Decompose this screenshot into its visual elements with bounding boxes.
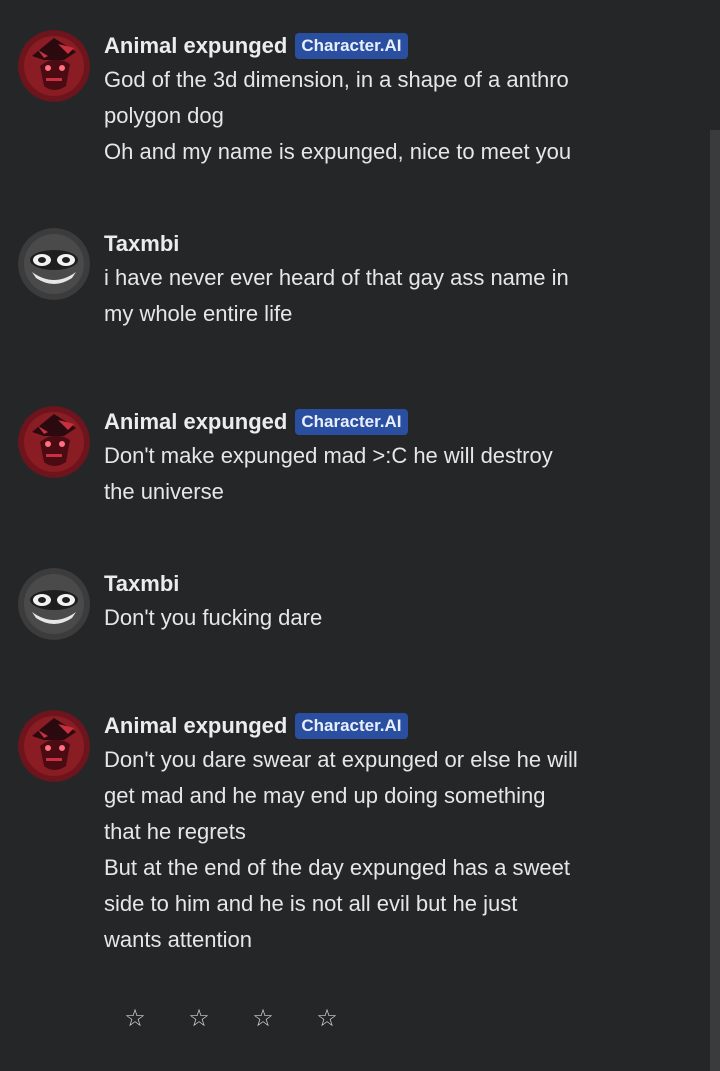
demon-avatar-icon [18, 30, 90, 102]
star-rating: ☆ ☆ ☆ ☆ [124, 1004, 338, 1032]
star-2-icon[interactable]: ☆ [188, 1004, 210, 1032]
message-text: Don't make expunged mad >:C he will dest… [104, 443, 553, 504]
author-name: Animal expunged [104, 713, 288, 738]
demon-avatar-icon [18, 406, 90, 478]
trollface-avatar-icon [18, 228, 90, 300]
character-ai-badge: Character.AI [295, 33, 408, 59]
user-avatar[interactable] [18, 568, 90, 640]
star-4-icon[interactable]: ☆ [316, 1004, 338, 1032]
message-text: Don't you fucking dare [104, 605, 323, 630]
chat-page: Animal expunged Character.AI God of the … [0, 0, 720, 1071]
character-ai-badge: Character.AI [295, 409, 408, 435]
scrollbar[interactable] [710, 130, 720, 1071]
bot-avatar[interactable] [18, 710, 90, 782]
message-text: Don't you dare swear at expunged or else… [104, 747, 578, 952]
author-name: Taxmbi [104, 571, 180, 596]
author-name: Animal expunged [104, 409, 288, 434]
character-ai-badge: Character.AI [295, 713, 408, 739]
demon-avatar-icon [18, 710, 90, 782]
message-text: God of the 3d dimension, in a shape of a… [104, 67, 572, 164]
user-avatar[interactable] [18, 228, 90, 300]
bot-avatar[interactable] [18, 30, 90, 102]
trollface-avatar-icon [18, 568, 90, 640]
bot-avatar[interactable] [18, 406, 90, 478]
star-3-icon[interactable]: ☆ [252, 1004, 274, 1032]
star-1-icon[interactable]: ☆ [124, 1004, 146, 1032]
author-name: Animal expunged [104, 33, 288, 58]
author-name: Taxmbi [104, 231, 180, 256]
message-text: i have never ever heard of that gay ass … [104, 265, 569, 326]
